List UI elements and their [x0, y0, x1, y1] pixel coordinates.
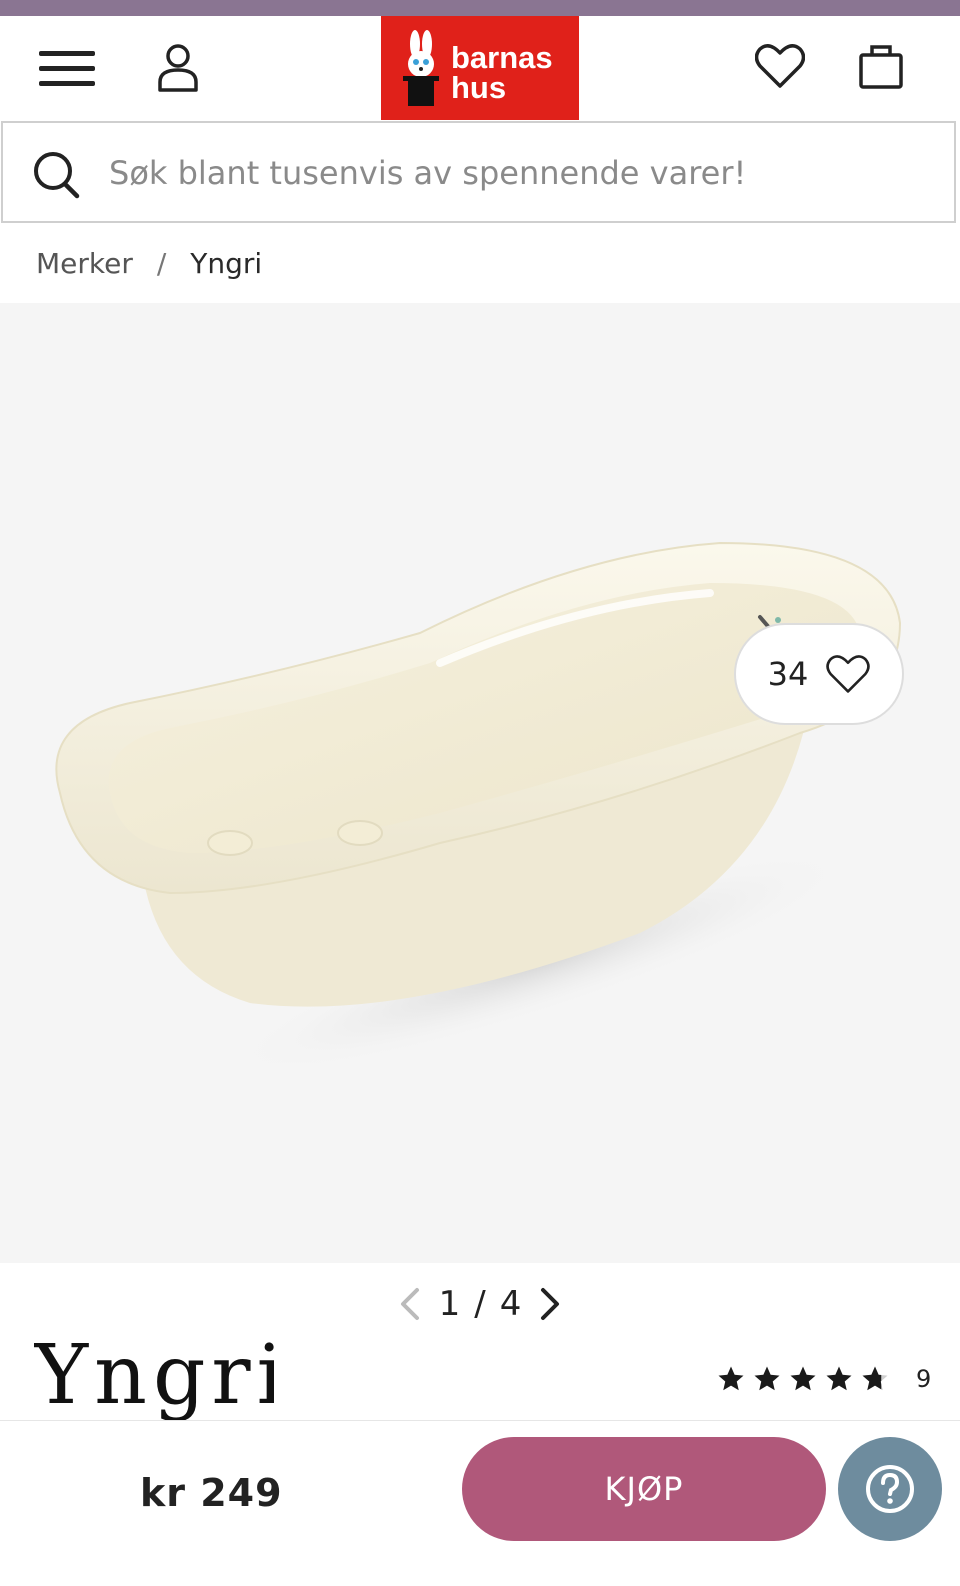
heart-icon	[826, 655, 871, 693]
chevron-left-icon	[400, 1288, 419, 1320]
logo-text-line1: barnas	[451, 40, 553, 75]
menu-icon	[39, 51, 95, 86]
breadcrumb-item-merker[interactable]: Merker	[36, 247, 133, 280]
buy-button[interactable]: KJØP	[462, 1437, 826, 1541]
top-accent-strip	[0, 0, 960, 16]
star-icon	[718, 1366, 744, 1391]
question-icon	[866, 1465, 914, 1513]
heart-icon	[755, 44, 805, 88]
next-image-button[interactable]	[535, 1284, 565, 1324]
chevron-right-icon	[541, 1288, 560, 1320]
pager-current: 1	[438, 1284, 461, 1324]
star-icon	[826, 1366, 852, 1391]
search-icon[interactable]	[31, 149, 83, 201]
brand-logo[interactable]: Yngri	[34, 1336, 274, 1420]
search-bar[interactable]	[1, 121, 956, 223]
star-half-icon	[862, 1366, 888, 1391]
previous-image-button[interactable]	[395, 1284, 425, 1324]
image-pager: 1 / 4	[390, 1274, 570, 1334]
brand-logo-text: Yngri	[34, 1336, 274, 1420]
rabbit-mascot-icon	[403, 30, 439, 106]
pager-total: 4	[499, 1284, 522, 1324]
wishlist-button[interactable]	[752, 38, 808, 94]
menu-button[interactable]	[36, 44, 98, 94]
breadcrumb-separator: /	[156, 246, 167, 280]
star-icon	[754, 1366, 780, 1391]
shopping-bag-icon	[859, 45, 903, 89]
review-count: 9	[916, 1365, 932, 1393]
cart-button[interactable]	[856, 38, 906, 94]
breadcrumb: Merker / Yngri	[36, 243, 262, 283]
product-image-gallery[interactable]: 34	[0, 303, 960, 1263]
product-rating[interactable]: 9	[716, 1364, 931, 1394]
favorite-toggle[interactable]: 34	[734, 623, 904, 725]
account-button[interactable]	[152, 38, 204, 98]
logo-text-line2: hus	[451, 70, 507, 105]
favorites-count: 34	[767, 655, 809, 693]
help-button[interactable]	[838, 1437, 942, 1541]
star-icon	[790, 1366, 816, 1391]
pager-separator: /	[474, 1284, 486, 1324]
site-logo[interactable]: barnas hus	[381, 16, 579, 120]
site-header: barnas hus	[0, 16, 960, 120]
search-input[interactable]	[109, 145, 929, 201]
product-price: kr 249	[140, 1471, 283, 1515]
user-icon	[158, 44, 198, 92]
breadcrumb-item-yngri[interactable]: Yngri	[190, 247, 262, 280]
product-image-baby-bathtub	[55, 541, 902, 1063]
